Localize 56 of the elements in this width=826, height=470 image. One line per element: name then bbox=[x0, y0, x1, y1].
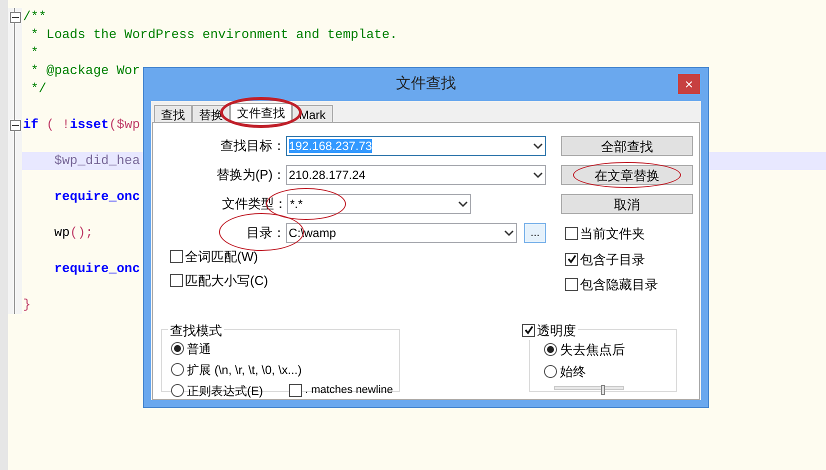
field-label: 目录： bbox=[246, 224, 286, 242]
code-line: if ( !isset($wp bbox=[23, 116, 140, 134]
code-line: require_onc bbox=[53, 188, 140, 206]
code-line: * @package Wor bbox=[30, 62, 140, 80]
slider-thumb[interactable] bbox=[601, 384, 605, 394]
radio-button[interactable] bbox=[171, 363, 184, 376]
option-label: 包含隐藏目录 bbox=[580, 276, 658, 294]
tab[interactable]: 替换 bbox=[192, 105, 230, 122]
code-line: * Loads the WordPress environment and template. bbox=[30, 26, 398, 44]
code-line: require_onc bbox=[53, 260, 140, 278]
checkbox[interactable] bbox=[522, 324, 535, 337]
code-line: $wp_did_hea bbox=[53, 152, 140, 170]
tab[interactable]: 查找 bbox=[154, 105, 192, 122]
option-label: . matches newline bbox=[304, 383, 393, 398]
checkbox[interactable] bbox=[565, 227, 578, 240]
fold-icon[interactable] bbox=[10, 12, 20, 22]
code-line: } bbox=[23, 296, 31, 314]
option-label: 正则表达式(E) bbox=[187, 382, 263, 400]
caret-icon bbox=[458, 200, 468, 208]
close-button[interactable]: × bbox=[678, 74, 700, 94]
option-label: 包含子目录 bbox=[580, 250, 645, 268]
field-label: 替换为(P)： bbox=[215, 166, 286, 184]
radio-button[interactable] bbox=[171, 384, 184, 397]
checkbox[interactable] bbox=[288, 384, 302, 397]
option-label: 全词匹配(W) bbox=[185, 248, 258, 266]
combo-box[interactable]: 210.28.177.24 bbox=[286, 165, 546, 185]
browse-button[interactable]: ... bbox=[524, 223, 546, 243]
field-label: 查找目标： bbox=[220, 137, 286, 156]
radio-button[interactable] bbox=[544, 342, 557, 356]
option-label: 匹配大小写(C) bbox=[185, 272, 268, 290]
checkbox[interactable] bbox=[170, 250, 183, 264]
checkbox[interactable] bbox=[565, 278, 578, 292]
option-label: 普通 bbox=[187, 340, 211, 358]
code-line: /** bbox=[23, 8, 46, 26]
caret-icon bbox=[533, 142, 543, 150]
code-line: * bbox=[30, 44, 39, 62]
option-label: 失去焦点后 bbox=[560, 340, 625, 358]
tab[interactable]: 文件查找 bbox=[230, 103, 292, 122]
action-button[interactable]: 取消 bbox=[561, 194, 693, 214]
caret-icon bbox=[504, 230, 514, 236]
code-line: wp(); bbox=[53, 224, 94, 242]
radio-button[interactable] bbox=[544, 365, 557, 378]
checkbox[interactable] bbox=[565, 252, 578, 266]
option-label: 透明度 bbox=[537, 322, 576, 340]
option-label: 始终 bbox=[560, 363, 586, 381]
action-button[interactable]: 全部查找 bbox=[561, 136, 693, 156]
dialog-title: 文件查找 bbox=[396, 74, 456, 94]
option-label: 扩展 (\n, \r, \t, \0, \x...) bbox=[187, 362, 302, 378]
checkbox[interactable] bbox=[170, 274, 183, 287]
code-line: */ bbox=[30, 80, 46, 98]
fold-icon[interactable] bbox=[10, 120, 20, 130]
caret-icon bbox=[533, 172, 543, 178]
option-label: 当前文件夹 bbox=[580, 225, 645, 243]
radio-button[interactable] bbox=[171, 342, 184, 355]
combo-box[interactable]: *.* bbox=[287, 194, 471, 214]
action-button[interactable]: 在文章替换 bbox=[561, 165, 693, 185]
